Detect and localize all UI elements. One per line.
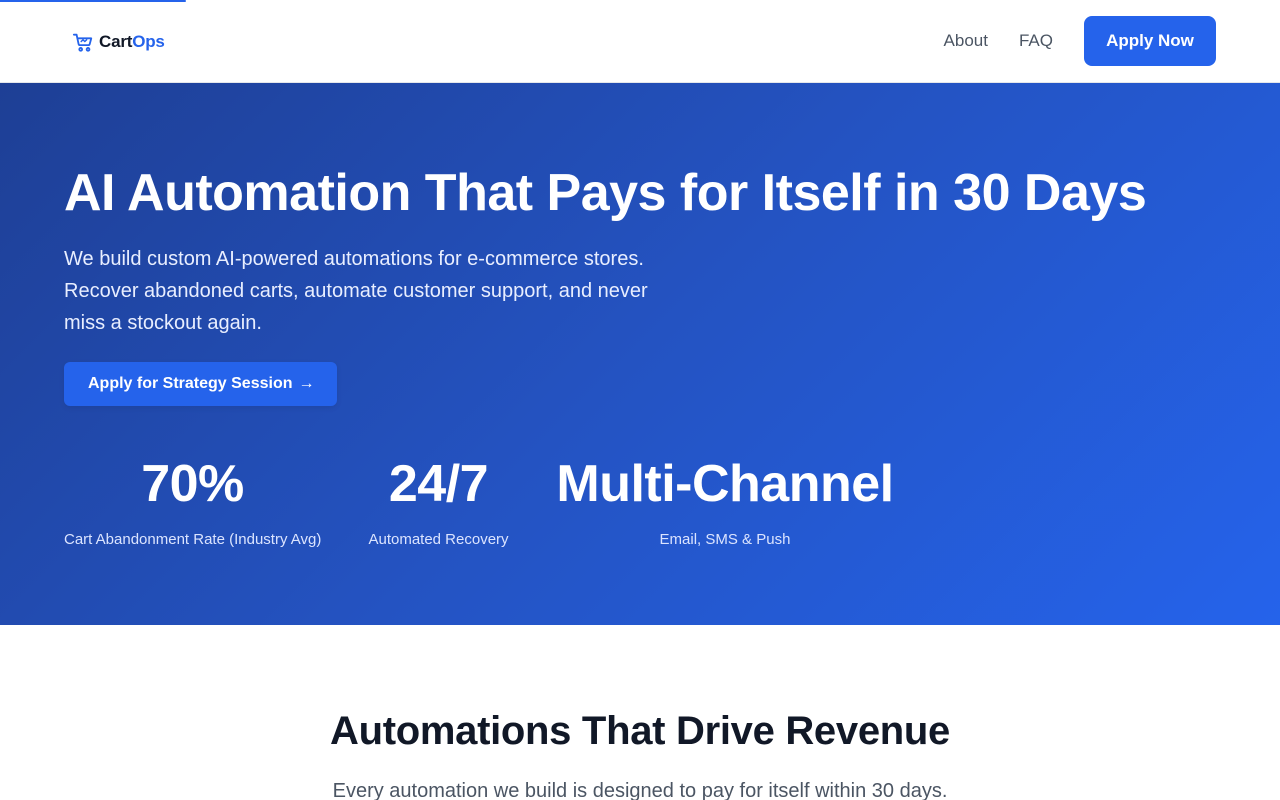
stat-value: Multi-Channel	[556, 455, 894, 513]
hero-subtitle: We build custom AI-powered automations f…	[64, 248, 648, 334]
arrow-right-icon: →	[298, 375, 315, 392]
hero-title: AI Automation That Pays for Itself in 30…	[64, 164, 1147, 222]
page-load-progress-bar	[0, 0, 186, 2]
stat-label: Email, SMS & Push	[659, 531, 791, 548]
nav-link-about[interactable]: About	[944, 31, 988, 51]
stat-cart-abandonment: 70% Cart Abandonment Rate (Industry Avg)	[64, 453, 321, 548]
shopping-cart-icon	[72, 31, 94, 53]
logo-text-cart: Cart	[99, 32, 133, 51]
stat-label: Automated Recovery	[368, 531, 509, 548]
stat-automated-recovery: 24/7 Automated Recovery	[368, 453, 509, 548]
apply-strategy-session-button[interactable]: Apply for Strategy Session →	[64, 362, 337, 406]
features-title: Automations That Drive Revenue	[329, 709, 950, 753]
apply-now-button[interactable]: Apply Now	[1084, 16, 1216, 66]
features-subtitle: Every automation we build is designed to…	[332, 780, 948, 800]
main-nav: About FAQ Apply Now	[944, 16, 1216, 66]
features-section: Automations That Drive Revenue Every aut…	[0, 625, 1280, 800]
hero-stats: 70% Cart Abandonment Rate (Industry Avg)…	[64, 453, 895, 548]
logo-text-ops: Ops	[132, 32, 165, 51]
top-navbar: CartOps About FAQ Apply Now	[0, 0, 1280, 83]
logo-link[interactable]: CartOps	[72, 30, 165, 54]
logo-wordmark: CartOps	[99, 32, 165, 52]
stat-label: Cart Abandonment Rate (Industry Avg)	[64, 531, 322, 548]
stat-value: 24/7	[388, 455, 489, 513]
stat-value: 70%	[141, 455, 244, 513]
apply-strategy-session-label: Apply for Strategy Session	[88, 375, 293, 392]
nav-link-faq[interactable]: FAQ	[1019, 31, 1053, 51]
hero-section: AI Automation That Pays for Itself in 30…	[0, 83, 1280, 625]
stat-multi-channel: Multi-Channel Email, SMS & Push	[555, 453, 895, 548]
